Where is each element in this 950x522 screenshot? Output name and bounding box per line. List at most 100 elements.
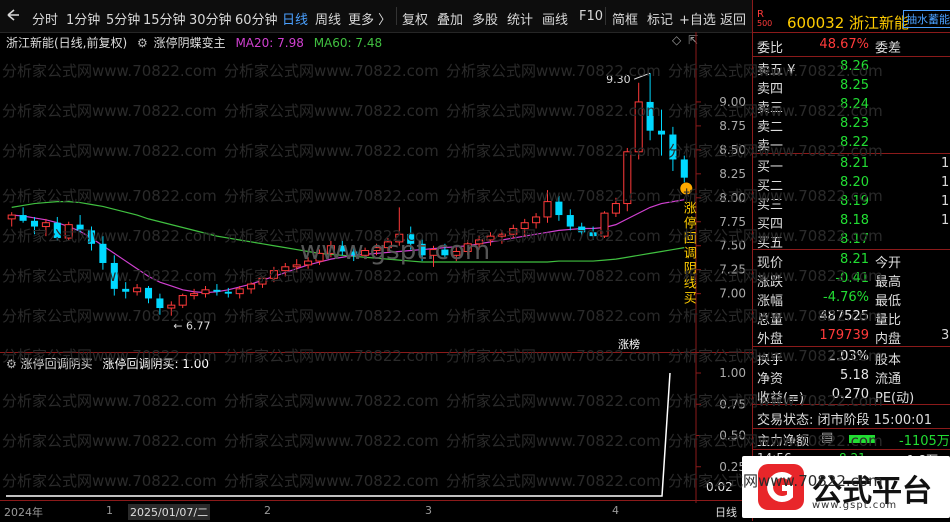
buy-level-row[interactable]: 买四 8.18 1 — [757, 213, 950, 232]
candle-body — [578, 226, 586, 233]
tab-30min[interactable]: 30分钟 — [189, 9, 232, 28]
candle-body — [338, 245, 346, 252]
candle-body — [19, 215, 27, 221]
simple-frame-button[interactable]: 简框 — [612, 9, 638, 28]
add-watchlist-button[interactable]: +自选 — [679, 9, 716, 28]
candle-body — [407, 234, 415, 244]
buy-level-label: 买四 — [757, 217, 784, 232]
tab-5min[interactable]: 5分钟 — [106, 9, 140, 28]
sub-indicator-chart[interactable]: ⚙ 涨停回调阴买 涨停回调阴买: 1.00 1.00 0.75 0.50 0.25 0.… — [0, 352, 752, 503]
candle-body — [634, 101, 643, 153]
candle-body — [532, 216, 541, 224]
draw-button[interactable]: 画线 — [542, 9, 568, 28]
candle-body — [7, 214, 16, 220]
price-tick-label: 7.75 — [719, 215, 746, 229]
period-label: 日线 — [715, 506, 737, 519]
candle-body — [497, 233, 506, 237]
sell-level-row[interactable]: 卖四 8.25 — [757, 78, 950, 97]
high-price-label: 9.30 — [606, 73, 631, 86]
r-tag: R — [757, 9, 764, 20]
signal-text-char: 停 — [684, 215, 697, 231]
signal-text-char: 买 — [684, 291, 697, 306]
buy-level-row[interactable]: 买二 8.20 1 — [757, 175, 950, 194]
trade-status-row: 交易状态: 闭市阶段 15:00:01 — [757, 409, 950, 428]
price-tick-label: 8.25 — [719, 167, 746, 181]
main-force-bar — [849, 435, 875, 443]
concept-tag[interactable]: 抽水蓄能 — [903, 10, 950, 28]
kline-chart[interactable]: 浙江新能(日线,前复权) ⚙ 涨停阴蝶变主 MA20: 7.98 MA60: 7… — [0, 32, 752, 352]
list-icon[interactable]: ▤ — [821, 430, 833, 445]
sub-tick-label: 1.00 — [719, 366, 746, 380]
candle-body — [315, 252, 324, 262]
candle-body — [475, 239, 484, 245]
candle-body — [247, 283, 256, 290]
500-tag: 500 — [757, 19, 773, 28]
signal-tag: 涨榜 — [618, 337, 640, 351]
fuquan-button[interactable]: 复权 — [402, 9, 428, 28]
sub-current-value: 0.02 — [706, 480, 733, 494]
sell-level-price: 8.25 — [840, 78, 869, 93]
sell-level-label: 卖二 — [757, 120, 784, 135]
stats-button[interactable]: 统计 — [507, 9, 533, 28]
candle-body — [452, 250, 461, 256]
buy-level-label: 买二 — [757, 179, 784, 194]
stat-row: 涨幅 -4.76% 最低 — [757, 290, 950, 309]
stat-label2: 今开 — [875, 256, 902, 271]
tab-fenshi[interactable]: 分时 — [32, 9, 58, 28]
stat-value: 179739 — [819, 328, 869, 343]
price-tick-label: 7.25 — [719, 263, 746, 277]
f10-button[interactable]: F10 — [579, 9, 603, 24]
candle-body — [361, 250, 370, 256]
more-dropdown[interactable]: 更多 〉 — [348, 9, 391, 28]
sell-level-row[interactable]: 卖一 8.22 — [757, 135, 950, 154]
sell-level-label: 卖三 — [757, 101, 784, 116]
tab-1min[interactable]: 1分钟 — [66, 9, 100, 28]
sub-indicator-svg: 1.000.750.500.250.02 — [6, 353, 746, 503]
tab-weekly[interactable]: 周线 — [315, 9, 341, 28]
stat2-label: 净资 — [757, 372, 784, 387]
stat2-value: 2.03% — [827, 349, 869, 364]
back-arrow-icon[interactable] — [6, 8, 20, 26]
candle-body — [258, 277, 267, 285]
candle-body — [190, 293, 199, 297]
stat2-label: 换手 — [757, 353, 784, 368]
tab-60min[interactable]: 60分钟 — [235, 9, 278, 28]
time-axis-label: 3 — [425, 504, 432, 517]
stat2-label2: 流通 — [875, 372, 902, 387]
candle-body — [156, 298, 164, 309]
candle-body — [144, 287, 153, 299]
time-axis-label: 2024年 — [4, 506, 43, 519]
candle-body — [657, 130, 666, 135]
buy-level-row[interactable]: 买一 8.21 1 — [757, 156, 950, 175]
candle-body — [509, 227, 518, 235]
mark-button[interactable]: 标记 — [647, 9, 673, 28]
candle-body — [441, 249, 449, 256]
sell-level-row[interactable]: 卖五 ¥ 8.26 — [757, 59, 950, 78]
overlay-button[interactable]: 叠加 — [437, 9, 463, 28]
r500-badge: R 500 — [757, 9, 773, 29]
tab-15min[interactable]: 15分钟 — [143, 9, 186, 28]
stat-label: 现价 — [757, 256, 784, 271]
multi-stock-button[interactable]: 多股 — [472, 9, 498, 28]
sub-indicator-line — [6, 372, 671, 497]
tab-daily[interactable]: 日线 — [282, 9, 308, 28]
time-axis-label: 4 — [612, 504, 619, 517]
stat2-value: 5.18 — [840, 368, 869, 383]
stat-row: 外盘 179739 内盘 3 — [757, 328, 950, 347]
crosshair-date-label: 2025/01/07/二 — [128, 504, 211, 520]
sell-level-label: 卖一 — [757, 139, 784, 154]
sell-level-row[interactable]: 卖三 8.24 — [757, 97, 950, 116]
buy-level-label: 买三 — [757, 198, 784, 213]
candle-body — [213, 289, 221, 292]
candle-body — [99, 243, 107, 263]
sell-level-price: 8.24 — [840, 97, 869, 112]
candle-body — [53, 222, 61, 239]
return-button[interactable]: 返回 — [720, 9, 746, 28]
sub-tick-label: 0.75 — [719, 397, 746, 411]
stat2-value: 0.270 — [831, 387, 869, 402]
stat2-label2: 股本 — [875, 353, 902, 368]
sell-level-row[interactable]: 卖二 8.23 — [757, 116, 950, 135]
buy-level-row[interactable]: 买三 8.19 1 — [757, 194, 950, 213]
signal-text-char: 回 — [684, 231, 697, 246]
signal-text-char: 涨 — [684, 201, 697, 216]
